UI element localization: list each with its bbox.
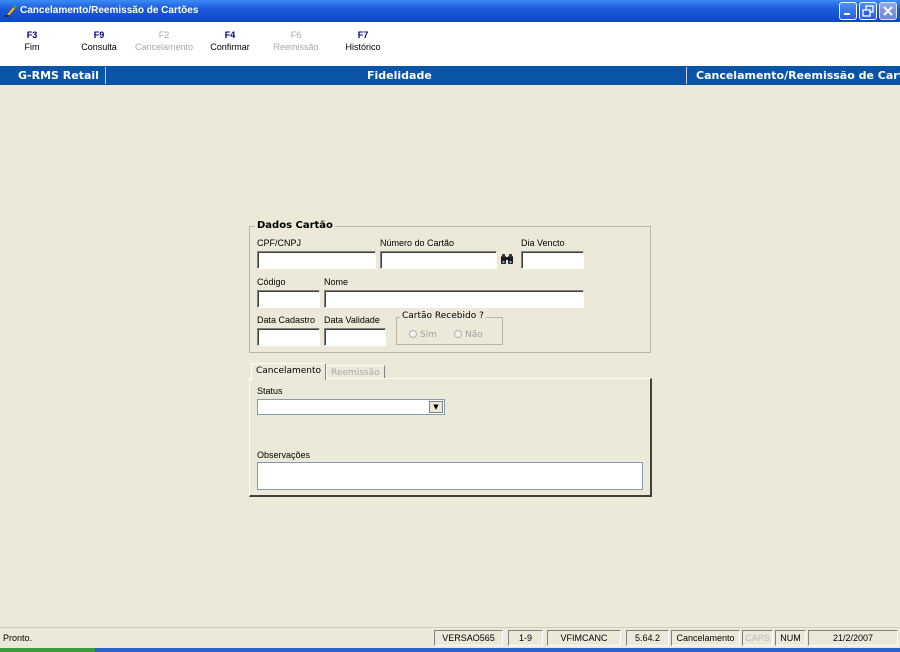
app-name: G-RMS Retail <box>18 69 99 82</box>
consulta-button[interactable]: F9 Consulta <box>77 30 121 52</box>
status-message: Pronto. <box>3 633 33 643</box>
screen-name: Cancelamento/Reemissão de Cartões <box>696 69 900 82</box>
status-bar: Pronto. VERSAO565 1-9 VFIMCANC 5.64.2 Ca… <box>0 627 900 648</box>
nome-field[interactable] <box>324 290 584 308</box>
fkey-label: Fim <box>24 42 40 52</box>
observacoes-label: Observações <box>257 450 311 460</box>
tab-cancelamento[interactable]: Cancelamento <box>251 363 327 380</box>
restore-icon <box>862 5 874 17</box>
numero-cartao-label: Número do Cartão <box>380 238 455 248</box>
historico-button[interactable]: F7 Histórico <box>339 30 387 52</box>
module-header: G-RMS Retail Fidelidade Cancelamento/Ree… <box>0 66 900 85</box>
data-cadastro-label: Data Cadastro <box>257 315 316 325</box>
data-validade-label: Data Validade <box>324 315 380 325</box>
status-pane-program: VFIMCANC <box>547 630 621 646</box>
title-bar: Cancelamento/Reemissão de Cartões <box>0 0 900 22</box>
radio-button-icon <box>454 330 462 338</box>
fkey-code: F9 <box>93 30 105 40</box>
status-label: Status <box>257 386 283 396</box>
minimize-icon <box>844 13 850 15</box>
radio-sim[interactable]: Sim <box>409 330 437 340</box>
cpf-label: CPF/CNPJ <box>257 238 302 248</box>
header-divider <box>105 67 106 84</box>
function-key-toolbar: F3 Fim F9 Consulta F2 Cancelamento F4 Co… <box>0 22 900 66</box>
nome-label: Nome <box>324 277 349 287</box>
fim-button[interactable]: F3 Fim <box>14 30 50 52</box>
fkey-label: Reemissão <box>273 42 319 52</box>
status-pane-version: VERSAO565 <box>434 630 503 646</box>
module-name: Fidelidade <box>367 69 432 82</box>
fkey-label: Confirmar <box>210 42 250 52</box>
status-pane-num: NUM <box>775 630 806 646</box>
codigo-label: Código <box>257 277 286 287</box>
reemissao-button[interactable]: F6 Reemissão <box>269 30 323 52</box>
radio-nao-label: Não <box>465 330 483 340</box>
close-button[interactable] <box>879 2 897 20</box>
data-validade-field[interactable] <box>324 328 386 346</box>
radio-nao[interactable]: Não <box>454 330 483 340</box>
status-pane-range: 1-9 <box>508 630 543 646</box>
tab-reemissao[interactable]: Reemissão <box>326 365 385 379</box>
status-pane-mode: Cancelamento <box>671 630 740 646</box>
dia-vencto-label: Dia Vencto <box>521 238 565 248</box>
radio-sim-label: Sim <box>420 330 437 340</box>
status-pane-caps: CAPS <box>742 630 773 646</box>
fkey-code: F4 <box>224 30 236 40</box>
radio-button-icon <box>409 330 417 338</box>
cancelamento-button[interactable]: F2 Cancelamento <box>131 30 197 52</box>
cpf-cnpj-field[interactable] <box>257 251 376 269</box>
restore-button[interactable] <box>859 2 877 20</box>
start-strip <box>0 648 95 652</box>
app-pen-icon <box>5 5 17 18</box>
binoculars-icon[interactable] <box>499 251 515 267</box>
status-select[interactable]: ▼ <box>257 399 445 415</box>
cartao-recebido-label: Cartão Recebido ? <box>400 311 486 321</box>
fkey-label: Consulta <box>81 42 117 52</box>
fkey-code: F3 <box>26 30 38 40</box>
status-pane-build: 5.64.2 <box>626 630 669 646</box>
taskbar-strip <box>0 648 900 652</box>
observacoes-field[interactable] <box>257 462 643 490</box>
fkey-label: Cancelamento <box>134 42 194 52</box>
fkey-code: F7 <box>357 30 369 40</box>
codigo-field[interactable] <box>257 290 320 308</box>
chevron-down-icon[interactable]: ▼ <box>429 401 443 413</box>
fkey-label: Histórico <box>345 42 381 52</box>
fkey-code: F6 <box>290 30 302 40</box>
fkey-code: F2 <box>158 30 170 40</box>
header-divider <box>686 67 687 84</box>
group-title: Dados Cartão <box>255 220 335 231</box>
confirmar-button[interactable]: F4 Confirmar <box>205 30 255 52</box>
dia-vencto-field[interactable] <box>521 251 584 269</box>
window-title: Cancelamento/Reemissão de Cartões <box>20 5 199 16</box>
minimize-button[interactable] <box>839 2 857 20</box>
close-icon <box>883 6 893 16</box>
status-pane-date: 21/2/2007 <box>808 630 898 646</box>
data-cadastro-field[interactable] <box>257 328 320 346</box>
numero-cartao-field[interactable] <box>380 251 497 269</box>
